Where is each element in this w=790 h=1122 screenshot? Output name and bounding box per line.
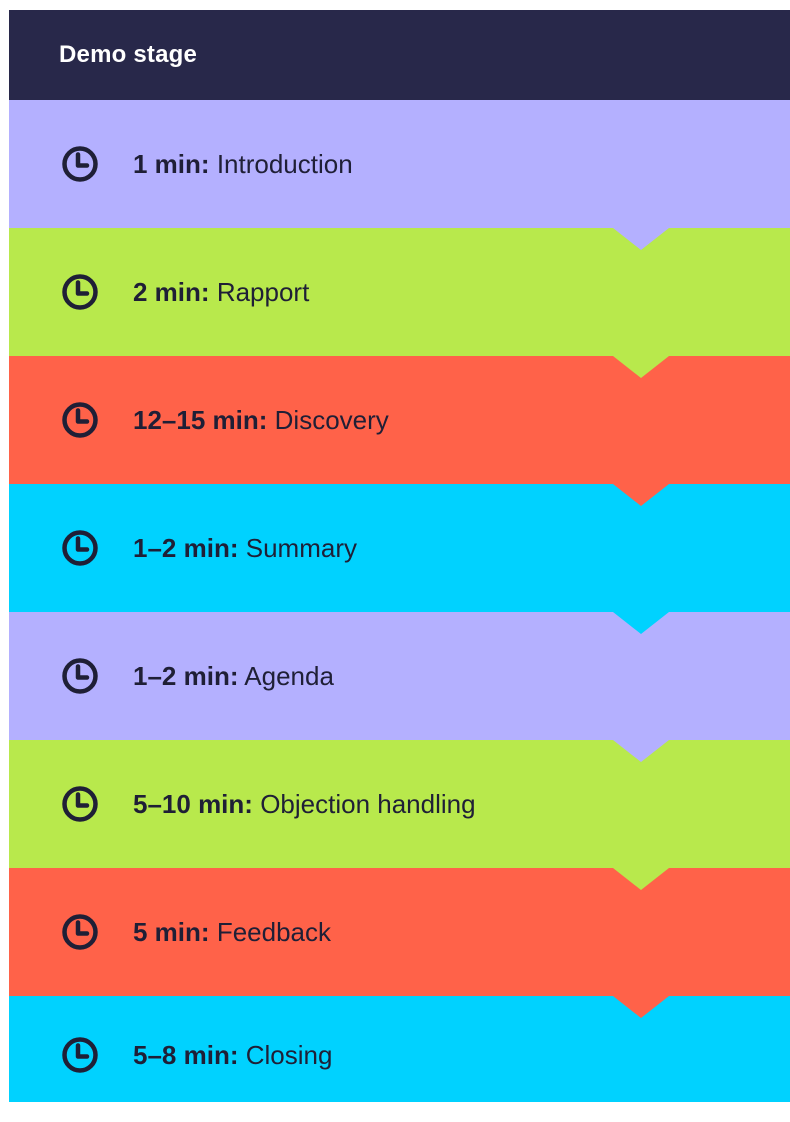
stage-label: 1–2 min: Summary xyxy=(133,535,357,561)
stage-label: 2 min: Rapport xyxy=(133,279,309,305)
stage-name: Summary xyxy=(245,533,357,563)
stage-row-objection-handling: 5–10 min: Objection handling xyxy=(9,740,790,890)
clock-icon xyxy=(62,1037,98,1073)
clock-icon xyxy=(62,274,98,310)
clock-icon xyxy=(62,658,98,694)
stage-name: Introduction xyxy=(216,149,353,179)
stage-name: Objection handling xyxy=(260,789,476,819)
stage-label: 1 min: Introduction xyxy=(133,151,353,177)
stage-label: 5–10 min: Objection handling xyxy=(133,791,476,817)
stage-name: Feedback xyxy=(216,917,331,947)
stage-row-content: 1 min: Introduction xyxy=(9,100,790,228)
stage-duration: 1–2 min: xyxy=(133,661,239,691)
clock-icon xyxy=(62,146,98,182)
stage-row-discovery: 12–15 min: Discovery xyxy=(9,356,790,506)
stage-duration: 2 min: xyxy=(133,277,210,307)
clock-icon xyxy=(62,914,98,950)
page-title: Demo stage xyxy=(59,41,198,68)
stage-label: 5–8 min: Closing xyxy=(133,1042,332,1068)
stage-label: 1–2 min: Agenda xyxy=(133,663,334,689)
stage-label: 5 min: Feedback xyxy=(133,919,331,945)
clock-icon xyxy=(62,530,98,566)
stage-duration: 5 min: xyxy=(133,917,210,947)
stage-row-summary: 1–2 min: Summary xyxy=(9,484,790,634)
stage-row-introduction: 1 min: Introduction xyxy=(9,100,790,250)
clock-icon xyxy=(62,786,98,822)
stage-duration: 1–2 min: xyxy=(133,533,239,563)
stage-name: Closing xyxy=(245,1040,333,1070)
stage-name: Discovery xyxy=(274,405,389,435)
stage-row-agenda: 1–2 min: Agenda xyxy=(9,612,790,762)
stage-duration: 12–15 min: xyxy=(133,405,268,435)
stage-duration: 1 min: xyxy=(133,149,210,179)
stage-name: Agenda xyxy=(244,661,334,691)
page-title-bar: Demo stage xyxy=(9,10,790,100)
stage-duration: 5–10 min: xyxy=(133,789,253,819)
stage-duration: 5–8 min: xyxy=(133,1040,239,1070)
demo-stage-panel: Demo stage 1 min: Introduction 2 min: Ra… xyxy=(9,10,790,1102)
stage-row-feedback: 5 min: Feedback xyxy=(9,868,790,1018)
stage-row-rapport: 2 min: Rapport xyxy=(9,228,790,378)
clock-icon xyxy=(62,402,98,438)
stage-label: 12–15 min: Discovery xyxy=(133,407,389,433)
stage-name: Rapport xyxy=(216,277,310,307)
